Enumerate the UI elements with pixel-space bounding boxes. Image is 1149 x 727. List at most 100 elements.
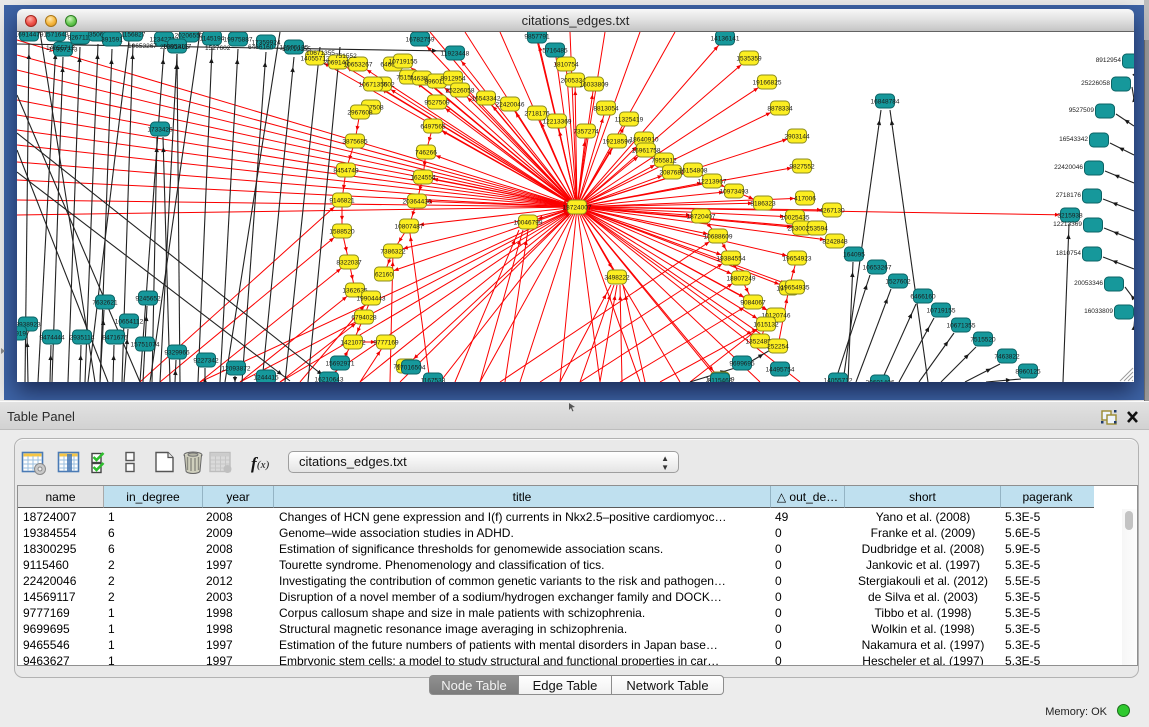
svg-text:10719155: 10719155	[927, 308, 956, 315]
svg-text:1810754: 1810754	[553, 62, 579, 69]
svg-text:5716485: 5716485	[542, 48, 568, 55]
svg-text:252254: 252254	[767, 344, 789, 351]
svg-text:9245652: 9245652	[135, 296, 161, 303]
svg-text:9777169: 9777169	[373, 340, 399, 347]
svg-text:2967608: 2967608	[347, 110, 373, 117]
svg-text:4267130: 4267130	[819, 208, 845, 215]
svg-text:10653267: 10653267	[128, 43, 157, 50]
svg-text:9227342: 9227342	[193, 358, 219, 365]
svg-text:17016504: 17016504	[397, 365, 426, 372]
svg-text:1145194: 1145194	[200, 36, 225, 43]
svg-text:1244415: 1244415	[253, 375, 279, 382]
svg-text:62160: 62160	[375, 272, 393, 279]
svg-text:9474444: 9474444	[39, 335, 65, 342]
svg-text:16033809: 16033809	[1084, 308, 1113, 315]
svg-text:16914479: 16914479	[17, 32, 44, 39]
svg-text:1571643: 1571643	[43, 32, 69, 39]
svg-text:10654112: 10654112	[115, 319, 144, 326]
svg-text:12213369: 12213369	[543, 119, 572, 126]
svg-text:22420046: 22420046	[1054, 164, 1083, 171]
svg-text:16154808: 16154808	[679, 168, 708, 175]
svg-text:14136141: 14136141	[711, 36, 740, 43]
svg-text:1527602: 1527602	[885, 279, 911, 286]
svg-text:10653267: 10653267	[344, 62, 373, 69]
svg-text:1733426: 1733426	[147, 127, 173, 134]
svg-text:2903144: 2903144	[784, 134, 810, 141]
svg-text:1535359: 1535359	[736, 56, 762, 63]
svg-text:9115460: 9115460	[708, 378, 733, 383]
svg-text:22420046: 22420046	[496, 102, 525, 109]
svg-text:(x): (x)	[257, 459, 270, 471]
svg-text:10688609: 10688609	[704, 234, 733, 241]
svg-text:11923448: 11923448	[441, 51, 470, 58]
svg-text:18807249: 18807249	[727, 276, 756, 283]
svg-text:19166825: 19166825	[753, 80, 782, 87]
svg-text:8813054: 8813054	[593, 106, 619, 113]
svg-text:8322037: 8322037	[336, 260, 362, 267]
svg-text:10973493: 10973493	[720, 189, 749, 196]
svg-text:18640910: 18640910	[630, 137, 659, 144]
svg-text:746266: 746266	[415, 150, 437, 157]
svg-text:3498222: 3498222	[604, 275, 630, 282]
svg-text:10671355: 10671355	[359, 82, 388, 89]
svg-text:12213369: 12213369	[1053, 221, 1082, 228]
svg-text:8454749: 8454749	[333, 168, 359, 175]
svg-text:19904443: 19904443	[357, 296, 386, 303]
svg-text:3215938: 3215938	[1057, 213, 1083, 220]
svg-text:8242848: 8242848	[822, 239, 848, 246]
svg-text:8912954: 8912954	[440, 76, 466, 83]
svg-text:417006: 417006	[794, 196, 816, 203]
svg-text:751552: 751552	[335, 53, 357, 60]
svg-text:9146821: 9146821	[329, 198, 355, 205]
svg-text:1588520: 1588520	[329, 229, 355, 236]
svg-text:2718176: 2718176	[1056, 192, 1082, 199]
svg-text:18724007: 18724007	[563, 205, 592, 212]
svg-text:10719155: 10719155	[389, 59, 418, 66]
svg-text:18720407: 18720407	[687, 214, 716, 221]
svg-text:9329966: 9329966	[164, 350, 190, 357]
svg-text:8912954: 8912954	[1096, 57, 1122, 64]
svg-text:9084067: 9084067	[740, 300, 766, 307]
svg-text:164095: 164095	[843, 252, 865, 259]
svg-text:10025435: 10025435	[781, 215, 810, 222]
svg-text:19384554: 19384554	[717, 256, 746, 263]
svg-text:16543342: 16543342	[1059, 136, 1088, 143]
svg-text:7955812: 7955812	[651, 158, 677, 165]
svg-text:19654923: 19654923	[783, 256, 812, 263]
svg-text:19654935: 19654935	[781, 285, 810, 292]
svg-text:10046799: 10046799	[514, 220, 543, 227]
svg-text:16848784: 16848784	[871, 99, 900, 106]
svg-text:12093872: 12093872	[222, 366, 251, 373]
svg-text:2935114: 2935114	[70, 335, 95, 342]
svg-text:8878334: 8878334	[767, 106, 793, 113]
svg-text:14055712: 14055712	[46, 45, 75, 52]
svg-text:12213967: 12213967	[698, 179, 727, 186]
svg-text:15692971: 15692971	[326, 361, 355, 368]
svg-text:3875685: 3875685	[342, 139, 368, 146]
svg-text:10671355: 10671355	[947, 323, 976, 330]
svg-text:1156827: 1156827	[121, 32, 146, 39]
svg-text:8960125: 8960125	[1015, 369, 1041, 376]
svg-text:20691406: 20691406	[866, 380, 895, 383]
svg-text:9527509: 9527509	[424, 100, 450, 107]
svg-text:11325419: 11325419	[615, 117, 644, 124]
svg-text:15751074: 15751074	[131, 342, 160, 349]
svg-text:16782759: 16782759	[406, 37, 435, 44]
svg-text:14055712: 14055712	[824, 378, 853, 383]
svg-text:9699695: 9699695	[729, 361, 755, 368]
svg-text:25226058: 25226058	[1081, 80, 1110, 87]
svg-text:10653267: 10653267	[863, 265, 892, 272]
svg-text:1615132: 1615132	[753, 322, 779, 329]
svg-text:7515520: 7515520	[970, 337, 996, 344]
svg-text:7632621: 7632621	[92, 300, 118, 307]
svg-text:6466160: 6466160	[248, 44, 274, 51]
svg-text:9527509: 9527509	[1069, 107, 1095, 114]
svg-text:6479197: 6479197	[17, 331, 30, 338]
svg-text:6497565: 6497565	[420, 124, 446, 131]
svg-text:9827552: 9827552	[789, 164, 815, 171]
svg-text:253594: 253594	[806, 226, 828, 233]
svg-text:1810754: 1810754	[1056, 250, 1082, 257]
svg-text:16033809: 16033809	[580, 82, 609, 89]
svg-text:25226058: 25226058	[446, 88, 475, 95]
svg-text:6794028: 6794028	[351, 315, 377, 322]
